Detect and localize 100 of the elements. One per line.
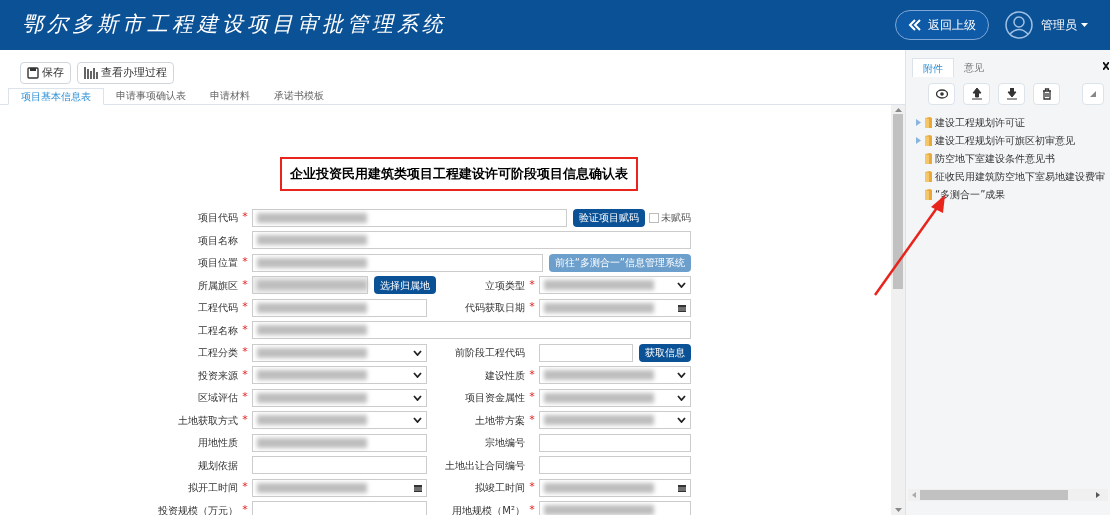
- field-label: 拟开工时间: [187, 481, 238, 495]
- calendar-icon: [678, 483, 686, 492]
- field-label: 工程分类: [197, 346, 238, 360]
- bar-chart-icon: [84, 67, 98, 79]
- download-button[interactable]: [998, 83, 1025, 105]
- input-field[interactable]: [539, 501, 691, 515]
- required-mark: *: [529, 389, 535, 406]
- form-title: 企业投资民用建筑类项目工程建设许可阶段项目信息确认表: [290, 165, 628, 183]
- date-field[interactable]: [539, 478, 691, 497]
- select-field[interactable]: [539, 388, 691, 407]
- input-field[interactable]: [252, 298, 427, 317]
- input-field[interactable]: [539, 343, 633, 362]
- field-label: 区域评估: [197, 391, 238, 405]
- panel-tab[interactable]: 附件: [912, 58, 954, 77]
- input-field[interactable]: [252, 231, 691, 249]
- scrollbar[interactable]: [891, 105, 905, 515]
- back-arrow-icon: [908, 19, 924, 31]
- input-field[interactable]: [252, 276, 368, 294]
- tree-item[interactable]: “多测合一”成果: [935, 186, 1006, 202]
- back-button[interactable]: 返回上级: [895, 10, 989, 40]
- field-label: 土地带方案: [474, 413, 525, 428]
- select-field[interactable]: [539, 276, 691, 294]
- field-label: 拟竣工时间: [474, 481, 525, 495]
- action-button[interactable]: 验证项目赋码: [573, 208, 645, 227]
- upload-icon: [970, 88, 983, 100]
- field-label: 用地规模（M²）: [451, 503, 525, 515]
- chevron-down-icon: [413, 349, 422, 356]
- required-mark: *: [529, 411, 535, 428]
- upload-button[interactable]: [963, 83, 990, 105]
- action-button[interactable]: 获取信息: [639, 343, 691, 362]
- select-field[interactable]: [252, 388, 427, 407]
- date-field[interactable]: [252, 478, 427, 497]
- form-tab[interactable]: 承诺书模板: [262, 88, 336, 104]
- process-button[interactable]: 查看办理过程: [77, 62, 174, 84]
- input-field[interactable]: [252, 456, 427, 474]
- collapse-button[interactable]: [1082, 83, 1104, 105]
- input-field[interactable]: [252, 501, 427, 515]
- field-label: 代码获取日期: [464, 301, 525, 315]
- field-label: 用地性质: [197, 436, 238, 450]
- required-mark: *: [242, 254, 248, 271]
- save-icon: [27, 67, 39, 79]
- eye-icon: [935, 88, 948, 100]
- form-tab[interactable]: 项目基本信息表: [8, 88, 104, 105]
- field-label: 投资规模（万元）: [157, 503, 238, 515]
- chevron-down-icon: [677, 394, 686, 401]
- chevron-down-icon: [677, 372, 686, 378]
- caret-icon: [1081, 23, 1088, 27]
- tree-item[interactable]: 征收民用建筑防空地下室易地建设费审: [935, 168, 1105, 184]
- select-field[interactable]: [252, 366, 427, 384]
- user-menu[interactable]: 管理员: [1041, 16, 1088, 34]
- required-mark: *: [529, 276, 535, 293]
- field-label: 项目资金属性: [464, 391, 525, 405]
- field-label: 土地获取方式: [177, 413, 238, 428]
- field-label: 土地出让合同编号: [444, 458, 525, 473]
- download-icon: [1005, 88, 1018, 100]
- action-button[interactable]: 选择归属地: [374, 276, 436, 294]
- select-field[interactable]: [252, 411, 427, 429]
- input-field[interactable]: [252, 253, 543, 272]
- input-field[interactable]: [539, 433, 691, 452]
- select-field[interactable]: [539, 366, 691, 384]
- chevron-down-icon: [413, 394, 422, 401]
- folder-icon: [925, 188, 932, 200]
- tree-item[interactable]: 防空地下室建设条件意见书: [935, 150, 1055, 166]
- required-mark: *: [529, 501, 535, 515]
- select-field[interactable]: [539, 411, 691, 429]
- save-button[interactable]: 保存: [20, 62, 71, 84]
- app-title: 鄂尔多斯市工程建设项目审批管理系统: [22, 11, 447, 39]
- date-field[interactable]: [539, 298, 691, 317]
- field-label: 所属旗区: [197, 278, 238, 293]
- field-label: 建设性质: [484, 368, 525, 383]
- field-label: 立项类型: [484, 278, 525, 293]
- folder-icon: [925, 170, 932, 182]
- input-field[interactable]: [252, 433, 427, 452]
- field-label: 项目名称: [197, 233, 238, 248]
- view-button[interactable]: [928, 83, 955, 105]
- field-label: 工程代码: [197, 301, 238, 315]
- form-tab[interactable]: 申请事项确认表: [104, 88, 198, 104]
- tree-item[interactable]: 建设工程规划许可证: [935, 115, 1025, 130]
- input-field[interactable]: [539, 456, 691, 474]
- panel-tab[interactable]: 意见: [954, 58, 994, 77]
- required-mark: *: [529, 299, 535, 316]
- required-mark: *: [242, 209, 248, 226]
- form-tab[interactable]: 申请材料: [198, 88, 262, 104]
- delete-button[interactable]: [1033, 83, 1060, 105]
- required-mark: *: [242, 299, 248, 316]
- tree-item[interactable]: 建设工程规划许可旗区初审意见: [935, 132, 1075, 148]
- select-field[interactable]: [252, 343, 427, 362]
- calendar-icon: [414, 483, 422, 492]
- field-label: 投资来源: [197, 368, 238, 383]
- required-mark: *: [242, 411, 248, 428]
- chevron-down-icon: [677, 417, 686, 423]
- input-field[interactable]: [252, 208, 567, 227]
- input-field[interactable]: [252, 321, 691, 339]
- required-mark: *: [242, 276, 248, 293]
- chevron-down-icon: [413, 417, 422, 423]
- checkbox[interactable]: [649, 212, 659, 223]
- horizontal-scrollbar[interactable]: [908, 489, 1108, 501]
- folder-icon: [925, 116, 932, 128]
- required-mark: *: [529, 366, 535, 383]
- scroll-up-icon: [894, 108, 902, 112]
